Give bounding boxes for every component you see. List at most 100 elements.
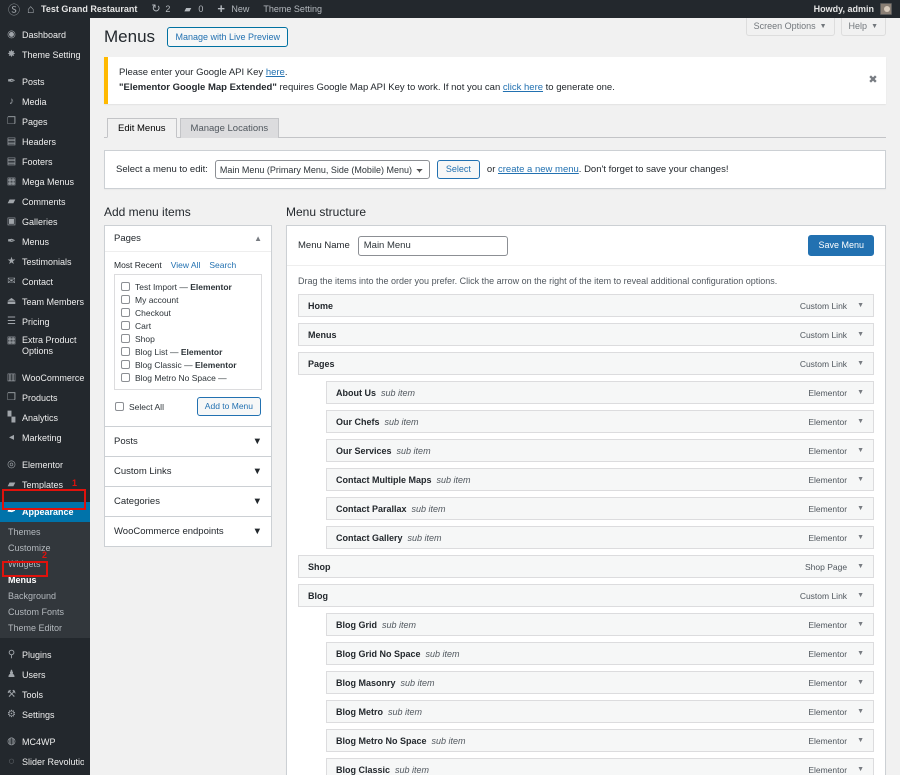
sidebar-item-mega-menus[interactable]: ▦ Mega Menus [0, 172, 90, 192]
menu-item-row[interactable]: Blog Custom Link ▼ [298, 584, 874, 607]
notice-click-here-link[interactable]: click here [503, 82, 543, 93]
sidebar-item-elementor[interactable]: ◎ Elementor [0, 455, 90, 475]
sidebar-item-products[interactable]: ❒ Products [0, 388, 90, 408]
select-all-row[interactable]: Select All [115, 400, 164, 413]
chevron-down-icon[interactable]: ▼ [857, 650, 864, 657]
chevron-down-icon[interactable]: ▼ [857, 389, 864, 396]
sidebar-item-tools[interactable]: ⚒ Tools [0, 685, 90, 705]
chevron-down-icon[interactable]: ▼ [857, 766, 864, 773]
menu-select-dropdown[interactable]: Main Menu (Primary Menu, Side (Mobile) M… [214, 160, 430, 179]
checkbox[interactable] [121, 373, 130, 382]
tab-edit-menus[interactable]: Edit Menus [107, 118, 177, 138]
sidebar-item-menus[interactable]: ✒ Menus [0, 232, 90, 252]
sidebar-item-dashboard[interactable]: ◉ Dashboard [0, 25, 90, 45]
menu-item-row[interactable]: Shop Shop Page ▼ [298, 555, 874, 578]
manage-with-live-preview-button[interactable]: Manage with Live Preview [167, 27, 289, 47]
list-item[interactable]: Shop [121, 332, 255, 345]
chevron-down-icon[interactable]: ▼ [857, 418, 864, 425]
chevron-down-icon[interactable]: ▼ [857, 679, 864, 686]
sidebar-item-contact[interactable]: ✉ Contact [0, 272, 90, 292]
list-item[interactable]: Blog List — Elementor [121, 345, 255, 358]
add-to-menu-button[interactable]: Add to Menu [196, 397, 261, 416]
menu-item-row[interactable]: Home Custom Link ▼ [298, 294, 874, 317]
checkbox[interactable] [121, 334, 130, 343]
sidebar-subitem-theme-editor[interactable]: Theme Editor [0, 620, 90, 636]
chevron-down-icon[interactable]: ▼ [857, 708, 864, 715]
menu-item-row[interactable]: Pages Custom Link ▼ [298, 352, 874, 375]
tab-manage-locations[interactable]: Manage Locations [179, 118, 280, 138]
tab-view-all[interactable]: View All [171, 260, 201, 270]
sidebar-item-pages[interactable]: ❐ Pages [0, 112, 90, 132]
chevron-down-icon[interactable]: ▼ [857, 302, 864, 309]
sidebar-item-comments[interactable]: ▰ Comments [0, 192, 90, 212]
menu-item-row[interactable]: Blog Metro No Space sub item Elementor ▼ [326, 729, 874, 752]
sidebar-item-team-members[interactable]: ⏏ Team Members [0, 292, 90, 312]
tab-most-recent[interactable]: Most Recent [114, 260, 162, 270]
checkbox[interactable] [121, 321, 130, 330]
checkbox[interactable] [121, 295, 130, 304]
menu-name-input[interactable] [357, 235, 508, 256]
list-item[interactable]: Blog Metro No Space — [121, 371, 255, 384]
howdy-label[interactable]: Howdy, admin [814, 4, 880, 14]
chevron-down-icon[interactable]: ▼ [857, 331, 864, 338]
menu-item-row[interactable]: About Us sub item Elementor ▼ [326, 381, 874, 404]
sidebar-item-marketing[interactable]: ◂ Marketing [0, 428, 90, 448]
help-button[interactable]: Help ▼ [840, 18, 886, 36]
checkbox[interactable] [121, 308, 130, 317]
accordion-custom-links[interactable]: Custom Links ▼ [104, 457, 272, 487]
sidebar-item-slider-revolution[interactable]: ◌ Slider Revolution [0, 752, 90, 772]
menu-item-row[interactable]: Blog Masonry sub item Elementor ▼ [326, 671, 874, 694]
chevron-down-icon[interactable]: ▼ [857, 563, 864, 570]
list-item[interactable]: My account [121, 293, 255, 306]
screen-options-button[interactable]: Screen Options ▼ [745, 18, 835, 36]
chevron-down-icon[interactable]: ▼ [857, 737, 864, 744]
checkbox[interactable] [121, 347, 130, 356]
sidebar-subitem-menus[interactable]: Menus [0, 572, 90, 588]
chevron-down-icon[interactable]: ▼ [857, 505, 864, 512]
menu-item-row[interactable]: Contact Multiple Maps sub item Elementor ▼ [326, 468, 874, 491]
sidebar-item-footers[interactable]: ▤ Footers [0, 152, 90, 172]
sidebar-item-galleries[interactable]: ▣ Galleries [0, 212, 90, 232]
create-a-new-menu-link[interactable]: create a new menu [498, 164, 579, 175]
checkbox[interactable] [121, 360, 130, 369]
accordion-categories[interactable]: Categories ▼ [104, 487, 272, 517]
menu-item-row[interactable]: Our Chefs sub item Elementor ▼ [326, 410, 874, 433]
chevron-down-icon[interactable]: ▼ [253, 466, 262, 477]
notice-here-link[interactable]: here [266, 67, 285, 78]
menu-item-row[interactable]: Blog Classic sub item Elementor ▼ [326, 758, 874, 775]
dismiss-icon[interactable]: ✖ [866, 74, 880, 88]
avatar[interactable] [880, 3, 892, 15]
sidebar-subitem-background[interactable]: Background [0, 588, 90, 604]
chevron-down-icon[interactable]: ▼ [857, 592, 864, 599]
list-item[interactable]: Checkout [121, 306, 255, 319]
menu-item-row[interactable]: Menus Custom Link ▼ [298, 323, 874, 346]
accordion-woocommerce-endpoints[interactable]: WooCommerce endpoints ▼ [104, 517, 272, 547]
sidebar-item-theme-setting[interactable]: ✸ Theme Setting [0, 45, 90, 65]
sidebar-item-settings[interactable]: ⚙ Settings [0, 705, 90, 725]
site-name-menu[interactable]: Test Grand Restaurant [20, 0, 144, 18]
sidebar-item-mc4wp[interactable]: ◍ MC4WP [0, 732, 90, 752]
chevron-down-icon[interactable]: ▼ [857, 360, 864, 367]
wordpress-logo-icon[interactable]: Ⓢ [0, 1, 20, 18]
chevron-down-icon[interactable]: ▼ [253, 526, 262, 537]
menu-item-row[interactable]: Our Services sub item Elementor ▼ [326, 439, 874, 462]
chevron-up-icon[interactable]: ▲ [254, 234, 262, 243]
chevron-down-icon[interactable]: ▼ [857, 621, 864, 628]
menu-item-row[interactable]: Contact Parallax sub item Elementor ▼ [326, 497, 874, 520]
select-all-checkbox[interactable] [115, 402, 124, 411]
checkbox[interactable] [121, 282, 130, 291]
chevron-down-icon[interactable]: ▼ [857, 476, 864, 483]
chevron-down-icon[interactable]: ▼ [253, 436, 262, 447]
sidebar-item-testimonials[interactable]: ★ Testimonials [0, 252, 90, 272]
menu-item-row[interactable]: Blog Grid sub item Elementor ▼ [326, 613, 874, 636]
sidebar-item-analytics[interactable]: ▚ Analytics [0, 408, 90, 428]
sidebar-item-plugins[interactable]: ⚲ Plugins [0, 645, 90, 665]
menu-item-row[interactable]: Blog Metro sub item Elementor ▼ [326, 700, 874, 723]
list-item[interactable]: Test Import — Elementor [121, 280, 255, 293]
new-content-menu[interactable]: New [210, 0, 256, 18]
tab-search[interactable]: Search [209, 260, 236, 270]
menu-item-row[interactable]: Contact Gallery sub item Elementor ▼ [326, 526, 874, 549]
save-menu-button[interactable]: Save Menu [808, 235, 874, 256]
sidebar-item-users[interactable]: ♟ Users [0, 665, 90, 685]
pages-panel-header[interactable]: Pages ▲ [105, 226, 271, 252]
